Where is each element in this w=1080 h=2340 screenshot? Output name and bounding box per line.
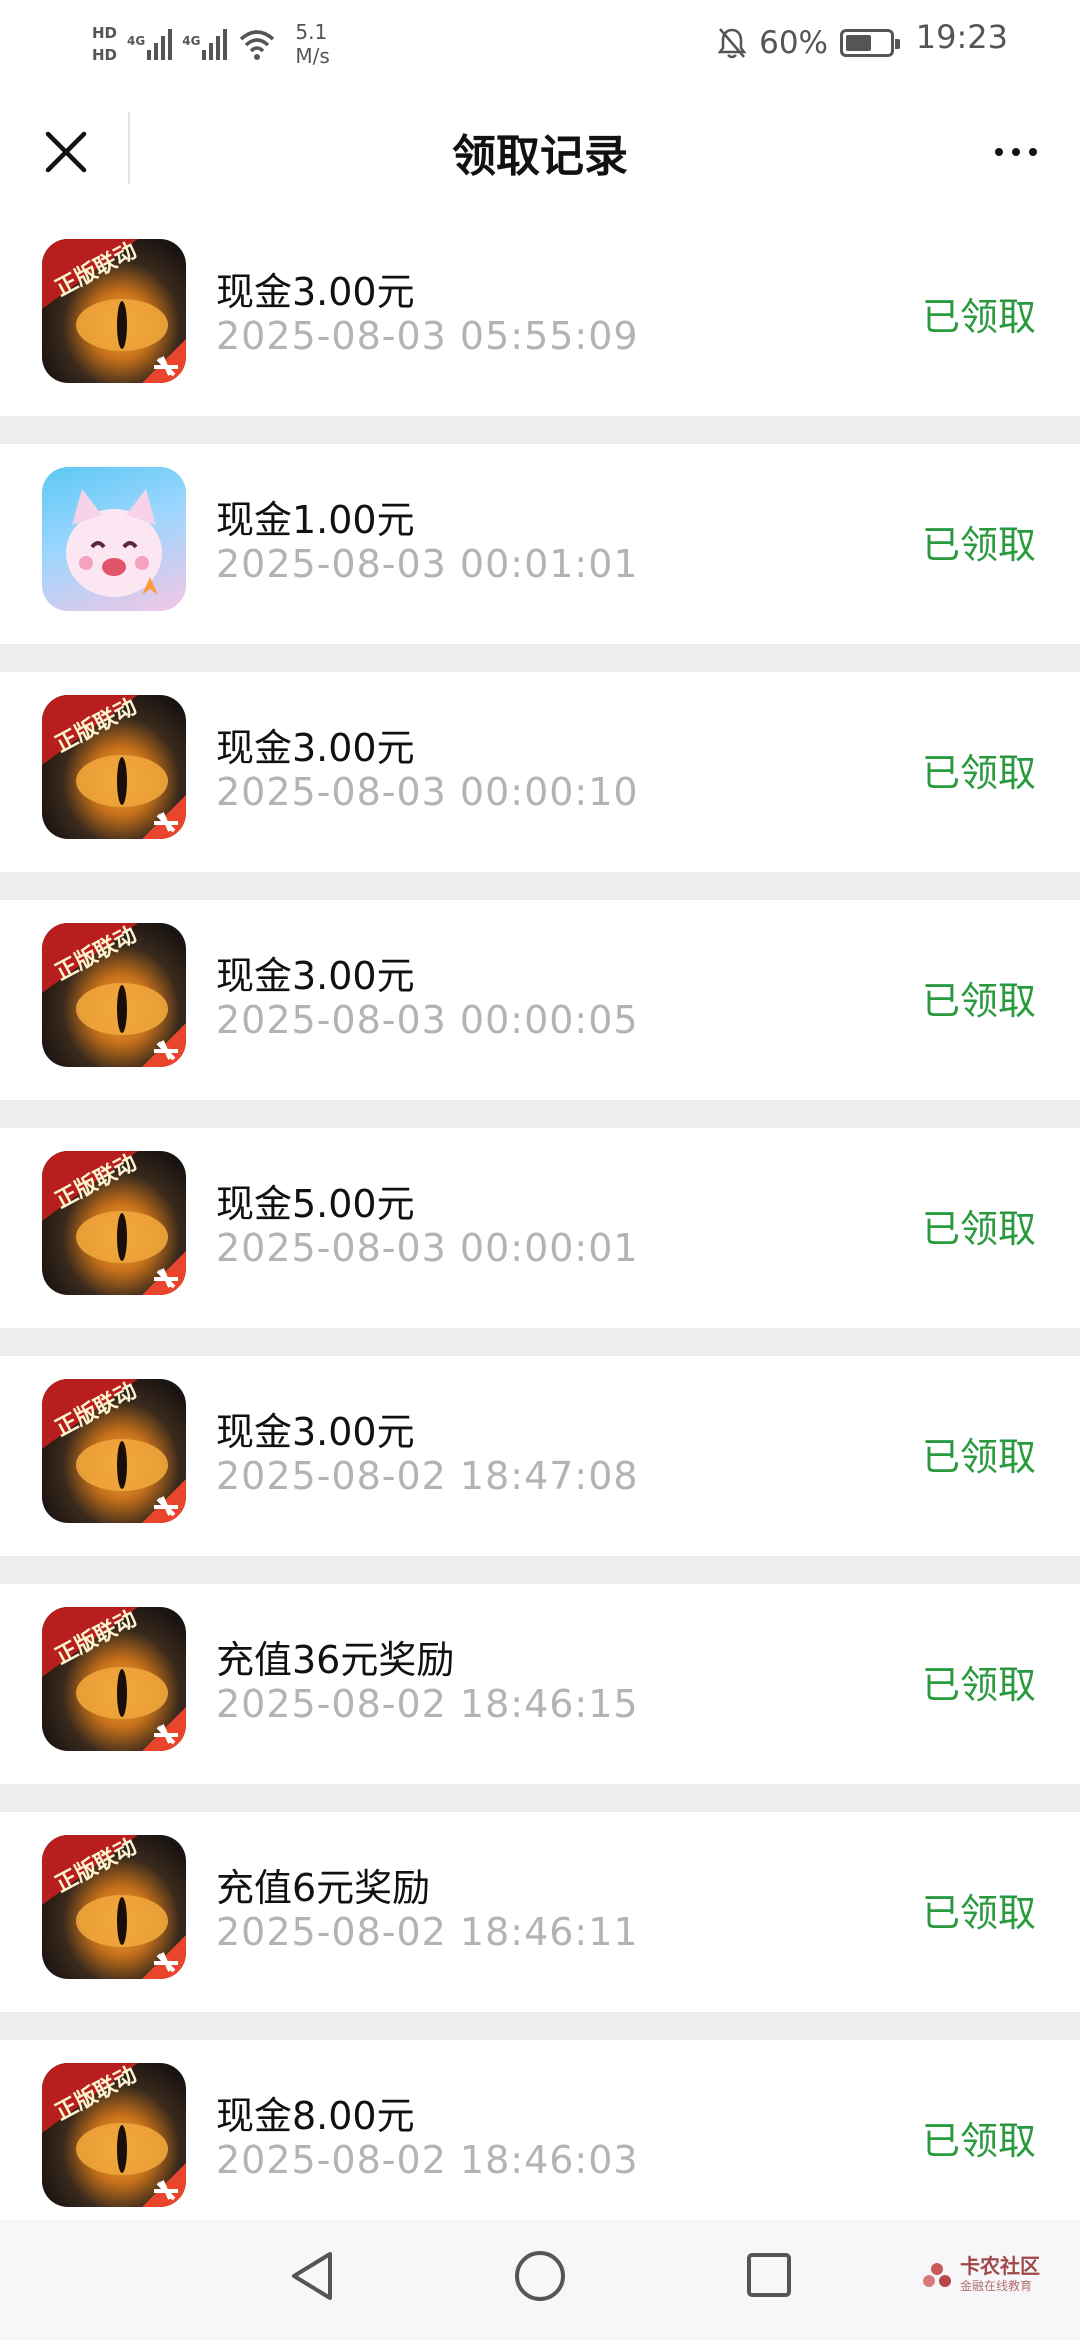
record-row[interactable]: 正版联动 现金8.00元 2025-08-02 18:46:03 已领取 bbox=[0, 2040, 1080, 2240]
more-options-button[interactable] bbox=[980, 116, 1052, 188]
status-bar-left: HD HD 4G 4G 5.1 M/s bbox=[92, 14, 330, 74]
signal-1: 4G bbox=[127, 28, 173, 60]
hd-indicators: HD HD bbox=[92, 24, 117, 64]
hd-indicator-2: HD bbox=[92, 46, 118, 64]
cat-game-icon bbox=[42, 467, 186, 611]
record-row[interactable]: 正版联动 充值6元奖励 2025-08-02 18:46:11 已领取 bbox=[0, 1812, 1080, 2012]
record-timestamp: 2025-08-03 00:01:01 bbox=[216, 542, 639, 586]
dragon-game-icon: 正版联动 bbox=[42, 2063, 186, 2207]
hd-indicator-1: HD bbox=[92, 24, 118, 42]
record-title: 充值36元奖励 bbox=[216, 1638, 455, 1682]
dragon-game-icon: 正版联动 bbox=[42, 1835, 186, 1979]
record-timestamp: 2025-08-02 18:47:08 bbox=[216, 1454, 639, 1498]
record-row[interactable]: 正版联动 充值36元奖励 2025-08-02 18:46:15 已领取 bbox=[0, 1584, 1080, 1784]
signal-2: 4G bbox=[182, 28, 228, 60]
signal-bars-icon bbox=[202, 28, 228, 60]
record-title: 现金3.00元 bbox=[216, 726, 415, 770]
record-status: 已领取 bbox=[921, 979, 1036, 1023]
dragon-game-icon: 正版联动 bbox=[42, 1607, 186, 1751]
record-timestamp: 2025-08-02 18:46:15 bbox=[216, 1682, 639, 1726]
record-title: 现金3.00元 bbox=[216, 954, 415, 998]
record-timestamp: 2025-08-02 18:46:03 bbox=[216, 2138, 639, 2182]
dragon-game-icon: 正版联动 bbox=[42, 923, 186, 1067]
record-row[interactable]: 正版联动 现金5.00元 2025-08-03 00:00:01 已领取 bbox=[0, 1128, 1080, 1328]
more-dot-icon bbox=[995, 148, 1003, 156]
dragon-game-icon: 正版联动 bbox=[42, 695, 186, 839]
record-row[interactable]: 正版联动 现金3.00元 2025-08-03 05:55:09 已领取 bbox=[0, 216, 1080, 416]
record-status: 已领取 bbox=[921, 2119, 1036, 2163]
recent-apps-icon[interactable] bbox=[746, 2252, 792, 2298]
record-title: 现金5.00元 bbox=[216, 1182, 415, 1226]
record-list: 正版联动 现金3.00元 2025-08-03 05:55:09 已领取 现金1.00元… bbox=[0, 216, 1080, 2268]
navigation-bar: 卡农社区 金融在线教育 bbox=[0, 2220, 1080, 2340]
record-row[interactable]: 正版联动 现金3.00元 2025-08-03 00:00:10 已领取 bbox=[0, 672, 1080, 872]
record-title: 现金3.00元 bbox=[216, 1410, 415, 1454]
record-title: 现金8.00元 bbox=[216, 2094, 415, 2138]
home-icon[interactable] bbox=[514, 2250, 566, 2302]
record-status: 已领取 bbox=[921, 751, 1036, 795]
speed-value: 5.1 bbox=[295, 20, 328, 44]
network-type-1: 4G bbox=[127, 34, 146, 48]
watermark-subtitle: 金融在线教育 bbox=[960, 2279, 1033, 2293]
record-title: 现金1.00元 bbox=[216, 498, 415, 542]
record-status: 已领取 bbox=[921, 1663, 1036, 1707]
watermark: 卡农社区 金融在线教育 bbox=[920, 2256, 1040, 2296]
record-status: 已领取 bbox=[921, 1891, 1036, 1935]
record-status: 已领取 bbox=[921, 523, 1036, 567]
battery-icon bbox=[840, 29, 900, 57]
record-status: 已领取 bbox=[921, 295, 1036, 339]
status-bar: HD HD 4G 4G 5.1 M/s 60% 19:23 bbox=[0, 0, 1080, 88]
watermark-logo-icon bbox=[923, 2263, 951, 2287]
status-bar-right: 60% bbox=[717, 18, 900, 68]
record-row[interactable]: 正版联动 现金3.00元 2025-08-03 00:00:05 已领取 bbox=[0, 900, 1080, 1100]
record-row[interactable]: 正版联动 现金3.00元 2025-08-02 18:47:08 已领取 bbox=[0, 1356, 1080, 1556]
title-bar: 领取记录 bbox=[0, 88, 1080, 216]
record-timestamp: 2025-08-03 00:00:05 bbox=[216, 998, 639, 1042]
page-title: 领取记录 bbox=[452, 131, 628, 182]
battery-percentage: 60% bbox=[759, 25, 828, 61]
clock: 19:23 bbox=[915, 18, 1008, 56]
bell-muted-icon bbox=[717, 28, 747, 59]
record-timestamp: 2025-08-03 00:00:10 bbox=[216, 770, 639, 814]
back-icon[interactable] bbox=[286, 2248, 336, 2304]
more-dot-icon bbox=[1029, 148, 1037, 156]
record-status: 已领取 bbox=[921, 1207, 1036, 1251]
dragon-game-icon: 正版联动 bbox=[42, 1151, 186, 1295]
watermark-title: 卡农社区 bbox=[960, 2254, 1040, 2278]
dragon-game-icon: 正版联动 bbox=[42, 1379, 186, 1523]
network-type-2: 4G bbox=[182, 34, 201, 48]
battery-level bbox=[846, 35, 871, 51]
network-speed: 5.1 M/s bbox=[295, 20, 329, 68]
record-timestamp: 2025-08-03 05:55:09 bbox=[216, 314, 639, 358]
dragon-game-icon: 正版联动 bbox=[42, 239, 186, 383]
more-dot-icon bbox=[1012, 148, 1020, 156]
speed-unit: M/s bbox=[295, 44, 330, 68]
record-title: 现金3.00元 bbox=[216, 270, 415, 314]
wifi-icon bbox=[240, 30, 275, 60]
record-timestamp: 2025-08-02 18:46:11 bbox=[216, 1910, 639, 1954]
signal-bars-icon bbox=[147, 28, 173, 60]
record-status: 已领取 bbox=[921, 1435, 1036, 1479]
record-timestamp: 2025-08-03 00:00:01 bbox=[216, 1226, 639, 1270]
record-title: 充值6元奖励 bbox=[216, 1866, 431, 1910]
record-row[interactable]: 现金1.00元 2025-08-03 00:01:01 已领取 bbox=[0, 444, 1080, 644]
